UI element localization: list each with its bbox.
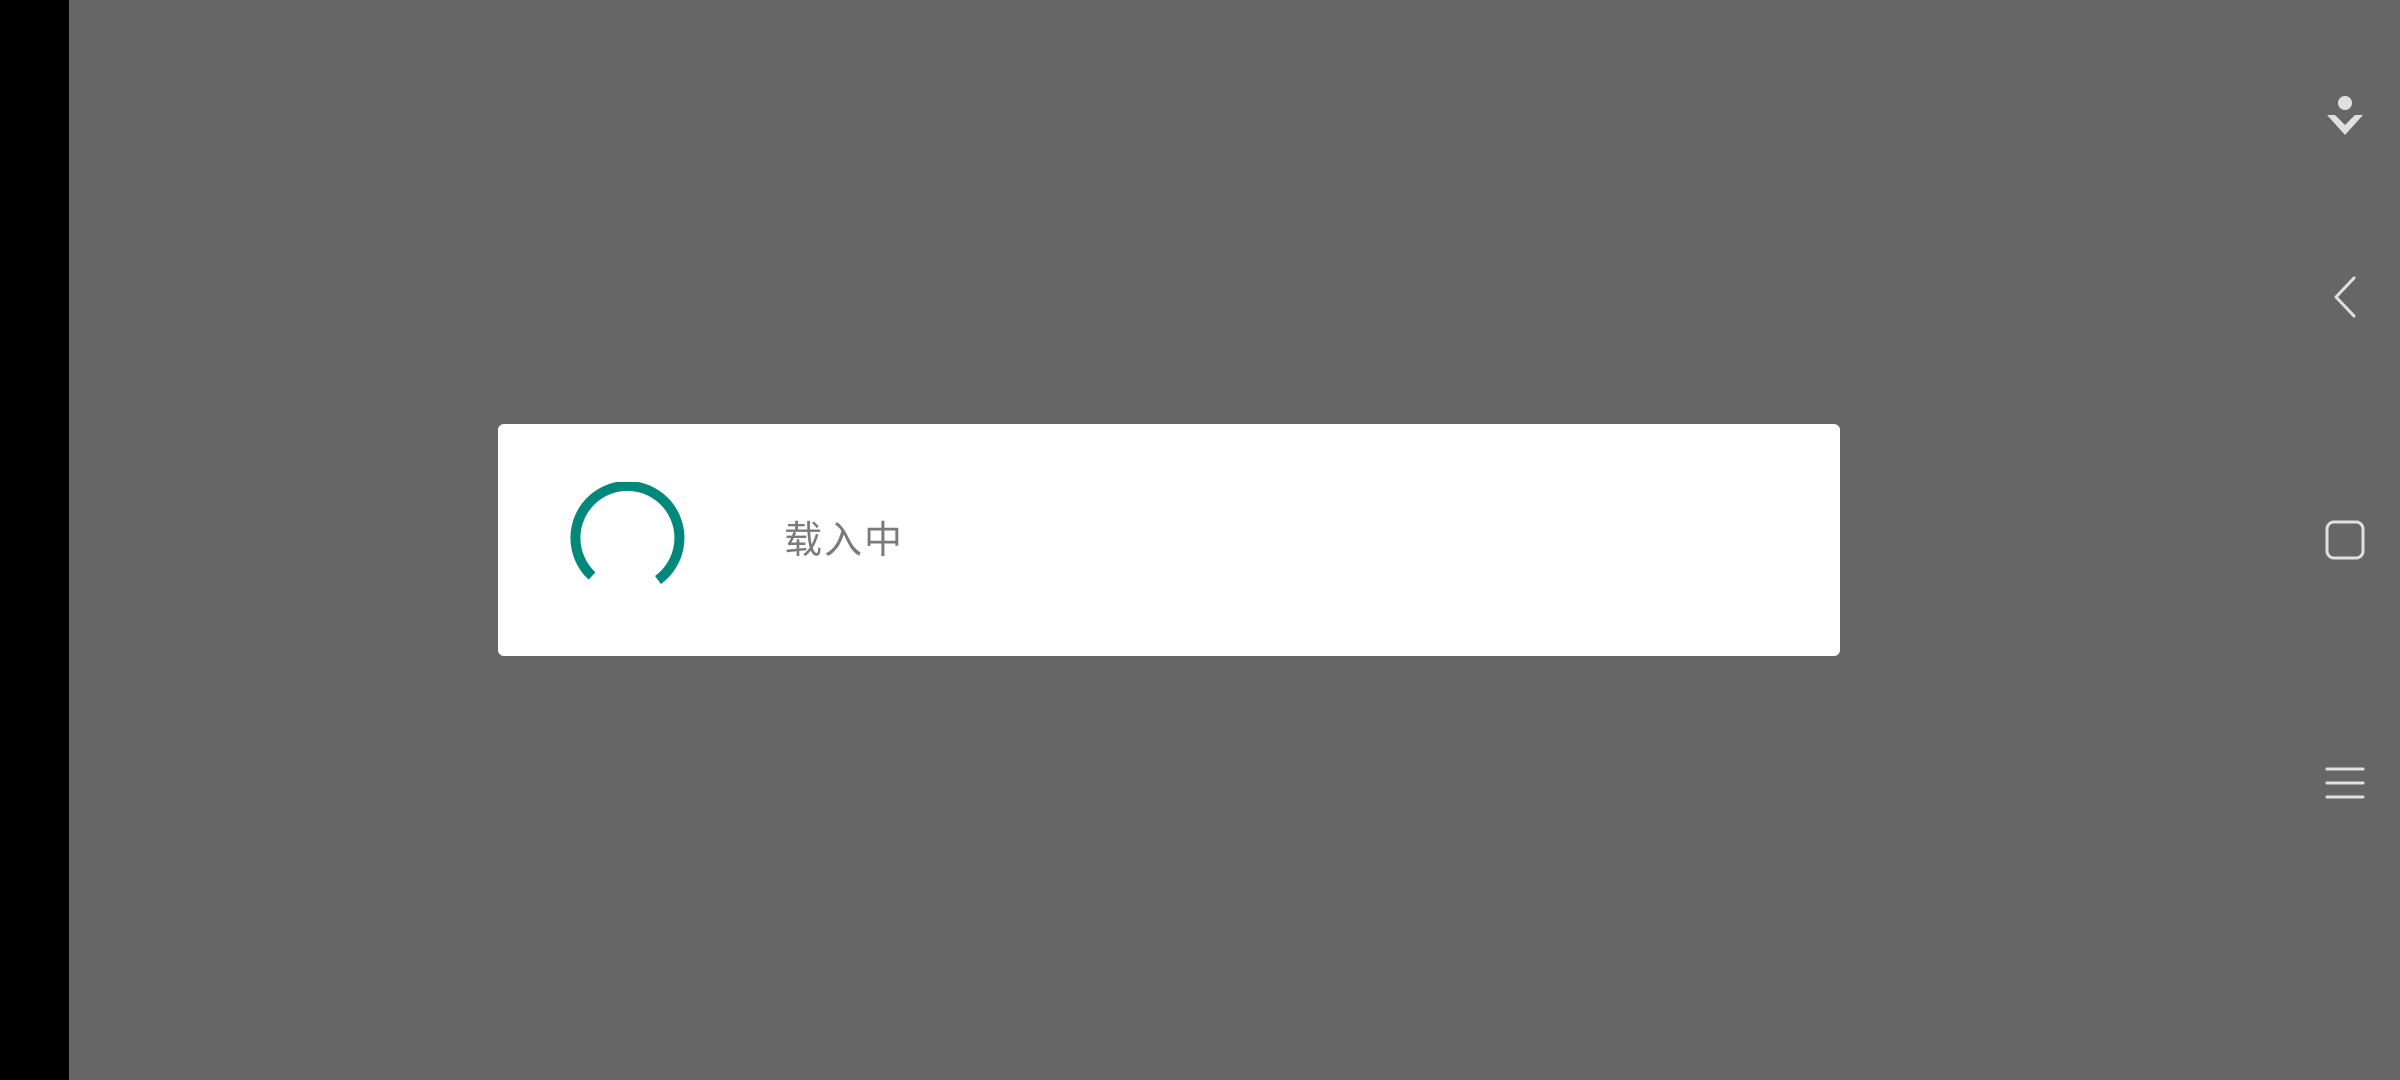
loading-dialog	[498, 424, 1840, 656]
accessibility-icon	[2327, 96, 2363, 135]
menu-lines-icon	[2325, 767, 2365, 799]
screen: 载入中	[0, 0, 2400, 1080]
home-button[interactable]	[2290, 485, 2400, 595]
navigation-bar	[2290, 0, 2400, 1080]
home-square-icon	[2325, 520, 2365, 560]
display-cutout	[0, 0, 69, 1080]
accessibility-button[interactable]	[2290, 62, 2400, 172]
loading-message: 载入中	[784, 518, 905, 562]
recents-button[interactable]	[2290, 728, 2400, 838]
back-chevron-icon	[2334, 276, 2356, 318]
spinner-icon	[570, 482, 685, 585]
back-button[interactable]	[2290, 242, 2400, 352]
